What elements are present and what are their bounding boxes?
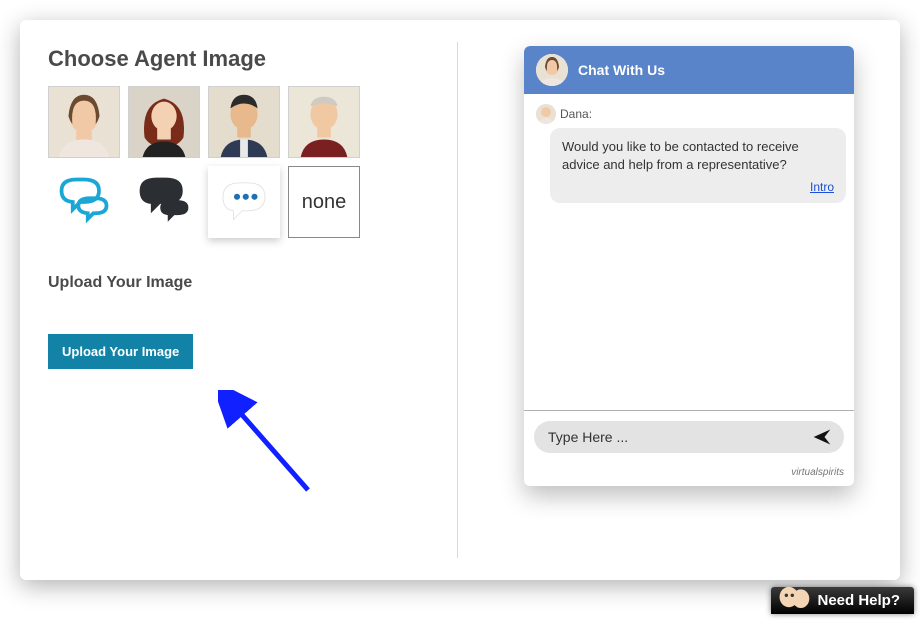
agent-avatar-option-3[interactable] — [208, 86, 280, 158]
chat-bubbles-solid-icon — [134, 172, 194, 232]
agent-icon-option-dark-solid[interactable] — [128, 166, 200, 238]
chat-header-avatar — [536, 54, 568, 86]
upload-your-image-heading: Upload Your Image — [48, 274, 429, 292]
send-icon[interactable] — [812, 427, 832, 447]
chat-bubble-dots-icon — [216, 174, 272, 230]
agent-icon-option-none[interactable]: none — [288, 166, 360, 238]
chat-header-title: Chat With Us — [578, 62, 665, 78]
agent-avatar-option-4[interactable] — [288, 86, 360, 158]
need-help-tab[interactable]: Need Help? — [771, 587, 914, 614]
choose-agent-heading: Choose Agent Image — [48, 46, 429, 72]
chat-widget-preview: Chat With Us Dana: Would you like to be … — [524, 46, 854, 486]
male-avatar-1-icon — [209, 86, 279, 158]
agent-image-grid: none — [48, 86, 429, 238]
chat-text-input[interactable] — [546, 428, 812, 446]
female-avatar-1-icon — [536, 54, 568, 86]
none-label: none — [302, 191, 347, 214]
chat-sender-row: Dana: — [536, 104, 846, 124]
chat-message-bubble: Would you like to be contacted to receiv… — [550, 128, 846, 203]
upload-your-image-button[interactable]: Upload Your Image — [48, 334, 193, 369]
agent-icon-option-white-dots[interactable] — [208, 166, 280, 238]
agent-avatar-option-2[interactable] — [128, 86, 200, 158]
chat-sender-avatar — [536, 104, 556, 124]
agent-icon-option-blue-outline[interactable] — [48, 166, 120, 238]
male-avatar-2-icon — [289, 86, 359, 158]
agent-avatar-option-1[interactable] — [48, 86, 120, 158]
chat-intro-link[interactable]: Intro — [562, 179, 834, 195]
chat-bubbles-outline-icon — [54, 172, 114, 232]
chat-sender-name: Dana: — [560, 107, 592, 121]
chat-input-wrapper[interactable] — [534, 421, 844, 453]
chat-header: Chat With Us — [524, 46, 854, 94]
female-avatar-2-icon — [129, 86, 199, 158]
chat-footer — [524, 411, 854, 463]
female-avatar-1-icon — [49, 86, 119, 158]
female-avatar-1-icon — [536, 104, 556, 124]
need-help-label: Need Help? — [817, 592, 900, 609]
chat-brand-label: virtualspirits — [524, 463, 854, 486]
chat-body: Dana: Would you like to be contacted to … — [524, 94, 854, 411]
chat-message-text: Would you like to be contacted to receiv… — [562, 139, 799, 172]
assistant-avatar-icon — [777, 583, 811, 611]
